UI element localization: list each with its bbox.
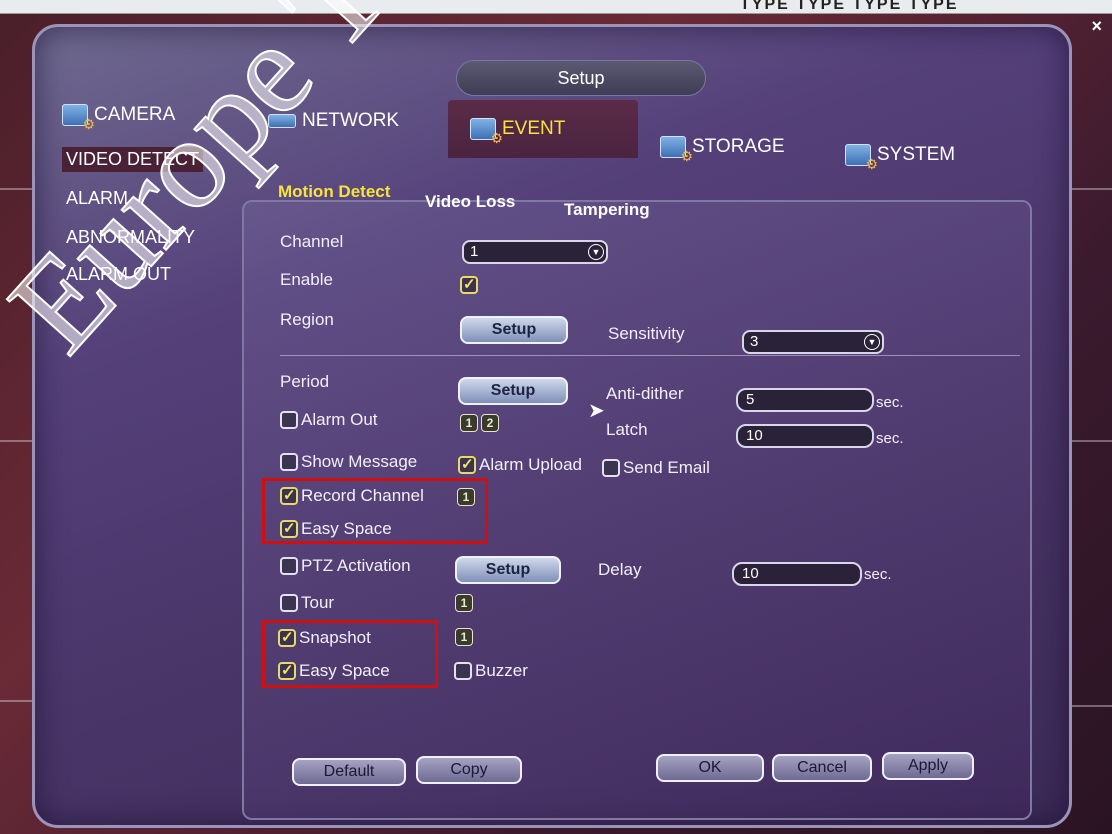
tab-motion-detect[interactable]: Motion Detect	[278, 182, 390, 202]
section-divider	[280, 355, 1020, 356]
wall-line	[1070, 705, 1112, 707]
ptz-activation-label: PTZ Activation	[301, 556, 411, 575]
sidebar-item-abnormality[interactable]: ABNORMALITY	[62, 225, 199, 250]
tab-event-label: EVENT	[502, 118, 566, 139]
highlight-record-box	[262, 478, 488, 544]
send-email-checkbox[interactable]: Send Email	[602, 458, 710, 478]
checkbox-checked-icon	[458, 455, 476, 474]
checkbox-icon	[280, 411, 298, 429]
apply-button[interactable]: Apply	[882, 752, 974, 780]
show-message-label: Show Message	[301, 452, 418, 471]
storage-icon	[660, 136, 693, 165]
anti-dither-label: Anti-dither	[606, 384, 684, 403]
tour-checkbox[interactable]: Tour	[280, 593, 334, 613]
checkbox-icon	[454, 662, 472, 680]
top-strip-text: TYPE TYPE TYPE TYPE	[740, 0, 959, 13]
region-setup-button[interactable]: Setup	[460, 316, 568, 344]
channel-label: Channel	[280, 232, 344, 251]
tab-event[interactable]: EVENT	[448, 100, 638, 158]
tab-camera-label: CAMERA	[94, 104, 176, 125]
tour-1-badge[interactable]: 1	[455, 594, 473, 612]
checkbox-icon	[280, 557, 298, 575]
sensitivity-value: 3	[750, 333, 759, 350]
sidebar-item-alarm-out[interactable]: ALARM OUT	[62, 262, 175, 287]
ok-button[interactable]: OK	[656, 754, 764, 782]
alarm-upload-label: Alarm Upload	[479, 455, 582, 474]
ptz-setup-button[interactable]: Setup	[455, 556, 561, 584]
channel-select[interactable]: 1 ▼	[462, 240, 608, 264]
checkbox-icon	[602, 459, 620, 477]
network-icon	[268, 114, 296, 128]
wall-line	[0, 700, 34, 702]
delay-unit: sec.	[864, 566, 892, 583]
sensitivity-select[interactable]: 3 ▼	[742, 330, 884, 354]
copy-button[interactable]: Copy	[416, 756, 522, 784]
tab-tampering[interactable]: Tampering	[564, 200, 650, 220]
checkbox-checked-icon	[460, 275, 478, 294]
checkbox-icon	[280, 594, 298, 612]
tab-video-loss[interactable]: Video Loss	[425, 192, 515, 212]
dialog-title: Setup	[456, 60, 706, 96]
alarm-out-checkbox[interactable]: Alarm Out	[280, 410, 378, 430]
delay-label: Delay	[598, 560, 642, 579]
delay-input[interactable]: 10	[732, 562, 862, 586]
close-icon[interactable]: ×	[1091, 16, 1102, 37]
tab-camera[interactable]: CAMERA	[62, 86, 237, 144]
ptz-activation-checkbox[interactable]: PTZ Activation	[280, 556, 411, 576]
anti-dither-input[interactable]: 5	[736, 388, 874, 412]
tab-network[interactable]: NETWORK	[268, 92, 438, 150]
channel-value: 1	[470, 243, 479, 260]
system-icon	[845, 144, 878, 173]
alarm-upload-checkbox[interactable]: Alarm Upload	[458, 455, 582, 475]
snapshot-1-badge[interactable]: 1	[455, 628, 473, 646]
alarm-out-label: Alarm Out	[301, 410, 378, 429]
alarm-out-1-badge[interactable]: 1	[460, 414, 478, 432]
region-label: Region	[280, 310, 334, 329]
enable-checkbox[interactable]	[460, 275, 478, 294]
buzzer-label: Buzzer	[475, 661, 528, 680]
tour-label: Tour	[301, 593, 335, 612]
tab-network-label: NETWORK	[302, 110, 400, 131]
show-message-checkbox[interactable]: Show Message	[280, 452, 417, 472]
cancel-button[interactable]: Cancel	[772, 754, 872, 782]
period-setup-button[interactable]: Setup	[458, 377, 568, 405]
latch-unit: sec.	[876, 430, 904, 447]
send-email-label: Send Email	[623, 458, 710, 477]
latch-label: Latch	[606, 420, 648, 439]
sidebar-item-video-detect[interactable]: VIDEO DETECT	[62, 147, 204, 172]
tab-storage-label: STORAGE	[692, 136, 785, 157]
tab-system-label: SYSTEM	[877, 144, 956, 165]
wall-line	[1070, 440, 1112, 442]
chevron-down-icon: ▼	[588, 244, 604, 260]
camera-icon	[62, 104, 95, 133]
tab-storage[interactable]: STORAGE	[660, 118, 820, 176]
sensitivity-label: Sensitivity	[608, 324, 685, 343]
latch-input[interactable]: 10	[736, 424, 874, 448]
checkbox-icon	[280, 453, 298, 471]
alarm-out-2-badge[interactable]: 2	[481, 414, 499, 432]
mouse-cursor-icon: ➤	[588, 400, 605, 422]
chevron-down-icon: ▼	[864, 334, 880, 350]
tab-system[interactable]: SYSTEM	[845, 126, 1005, 184]
anti-dither-unit: sec.	[876, 394, 904, 411]
highlight-snapshot-box	[262, 620, 438, 688]
sidebar-item-alarm[interactable]: ALARM	[62, 186, 132, 211]
wall-line	[0, 440, 34, 442]
top-strip: TYPE TYPE TYPE TYPE	[0, 0, 1112, 14]
period-label: Period	[280, 372, 330, 391]
event-icon	[470, 118, 503, 147]
enable-label: Enable	[280, 270, 333, 289]
default-button[interactable]: Default	[292, 758, 406, 786]
buzzer-checkbox[interactable]: Buzzer	[454, 661, 528, 681]
